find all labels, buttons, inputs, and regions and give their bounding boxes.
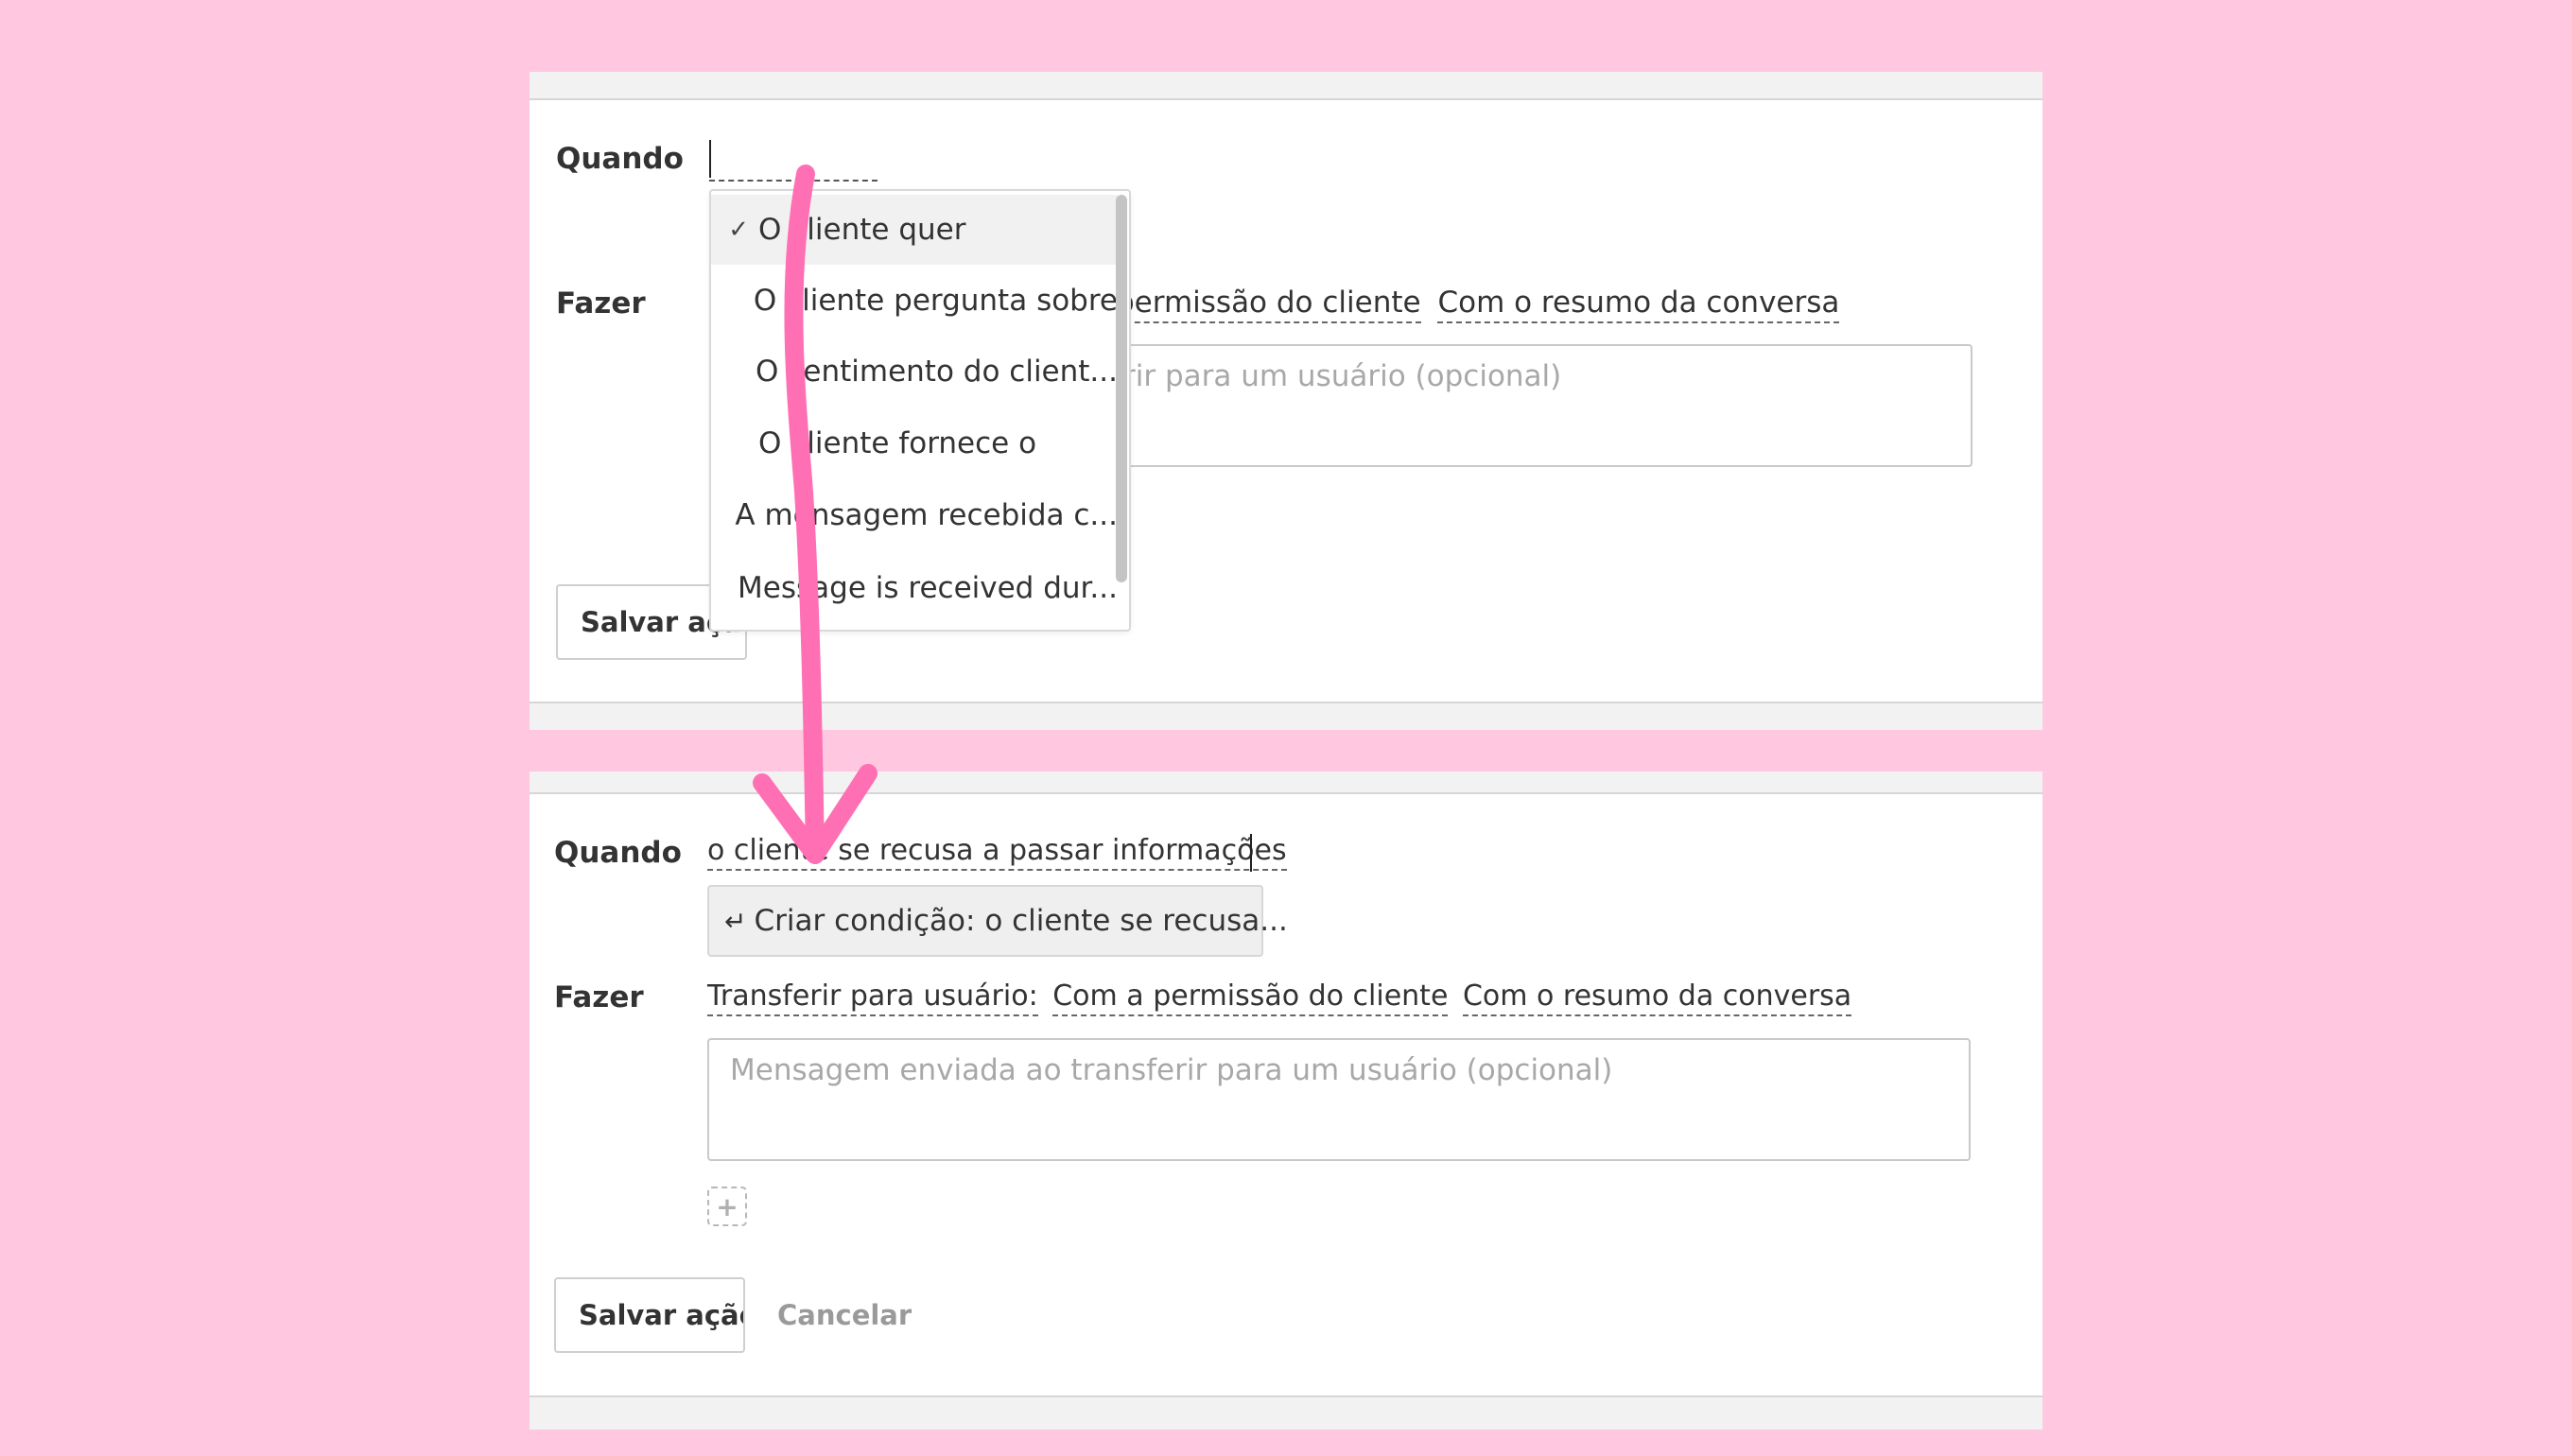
permission-option[interactable]: Com a permissão do cliente	[1052, 979, 1449, 1016]
dropdown-item[interactable]: O cliente fornece o	[711, 408, 1118, 478]
transfer-message-placeholder: Mensagem enviada ao transferir para um u…	[730, 1053, 1613, 1087]
dropdown-item-label: O sentimento do client...	[756, 355, 1118, 389]
condition-dropdown[interactable]: ✓ O cliente quer O cliente pergunta sobr…	[709, 189, 1131, 632]
create-condition-suggestion[interactable]: ↵ Criar condição: o cliente se recusa...	[707, 885, 1288, 957]
create-condition-label: Criar condição: o cliente se recusa...	[754, 904, 1288, 938]
add-icon[interactable]: +	[707, 1187, 747, 1226]
check-icon: ✓	[728, 216, 749, 244]
panel-footer-bar	[530, 1395, 2042, 1430]
dropdown-item[interactable]: A mensagem recebida c...	[711, 480, 1118, 550]
dropdown-item[interactable]: O cliente pergunta sobre	[711, 266, 1118, 336]
panel-header-bar	[530, 72, 2042, 100]
dropdown-item-label: O cliente quer	[758, 213, 966, 247]
panel-footer-bar	[530, 702, 2042, 730]
dropdown-item-label: O cliente pergunta sobre	[753, 284, 1118, 318]
dropdown-item[interactable]: Message is received dur...	[711, 553, 1118, 623]
transfer-message-placeholder: rir para um usuário (opcional)	[1123, 359, 1562, 393]
dropdown-scrollbar[interactable]	[1116, 195, 1127, 582]
dropdown-item[interactable]: ✓ O cliente quer	[711, 195, 1118, 265]
text-cursor	[1250, 834, 1252, 872]
transfer-action[interactable]: Transferir para usuário: Com a permissão…	[707, 979, 1852, 1016]
action-tail[interactable]: permissão do cliente Com o resumo da con…	[1116, 286, 1840, 323]
text-cursor	[709, 140, 711, 178]
dropdown-item-label: A mensagem recebida c...	[735, 498, 1118, 532]
save-action-button[interactable]: Salvar ação	[554, 1277, 745, 1353]
transfer-message-field[interactable]: Mensagem enviada ao transferir para um u…	[707, 1038, 1971, 1161]
summary-option[interactable]: Com o resumo da conversa	[1437, 286, 1840, 323]
dropdown-item-label: O cliente fornece o	[758, 426, 1037, 460]
transfer-message-field[interactable]: rir para um usuário (opcional)	[1097, 344, 1972, 467]
transfer-to-user-option[interactable]: Transferir para usuário:	[707, 979, 1038, 1016]
panel-header-bar	[530, 771, 2042, 794]
save-action-label: Salvar ação	[579, 1299, 745, 1331]
dropdown-item-label: Message is received dur...	[738, 571, 1118, 605]
when-label: Quando	[554, 836, 682, 870]
when-label: Quando	[556, 142, 684, 176]
do-label: Fazer	[556, 286, 646, 321]
dropdown-item[interactable]: O sentimento do client...	[711, 337, 1118, 407]
when-input[interactable]: o cliente se recusa a passar informações	[707, 834, 1287, 871]
when-input[interactable]	[709, 140, 878, 182]
summary-option[interactable]: Com o resumo da conversa	[1462, 979, 1852, 1016]
cancel-button[interactable]: Cancelar	[777, 1299, 912, 1331]
enter-key-icon: ↵	[724, 905, 747, 937]
permission-option[interactable]: permissão do cliente	[1116, 286, 1421, 323]
do-label: Fazer	[554, 980, 644, 1014]
